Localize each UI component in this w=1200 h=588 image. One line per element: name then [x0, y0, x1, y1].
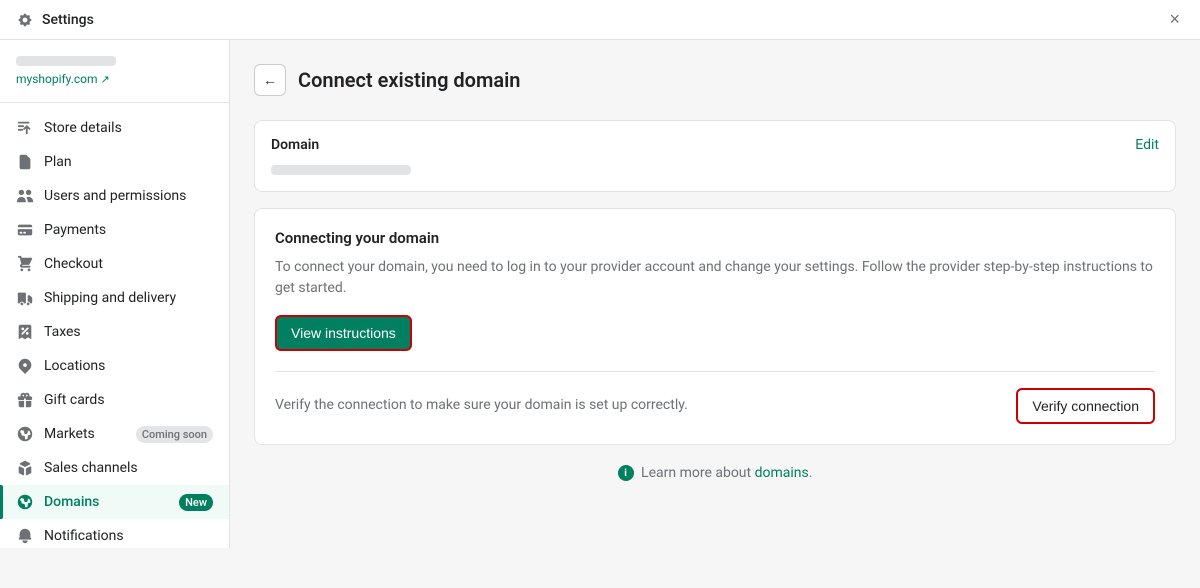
sidebar-item-notifications[interactable]: Notifications	[0, 519, 229, 548]
sidebar: myshopify.com ↗ Store details Plan Users…	[0, 40, 230, 548]
learn-more-row: i Learn more about domains.	[254, 465, 1176, 481]
sidebar-label-payments: Payments	[44, 222, 213, 238]
sidebar-label-shipping: Shipping and delivery	[44, 290, 213, 306]
info-icon: i	[618, 465, 634, 481]
domains-badge: New	[179, 494, 213, 511]
store-url-link[interactable]: myshopify.com	[16, 72, 98, 86]
external-link-icon: ↗	[101, 73, 110, 86]
main-content: ← Connect existing domain Domain Edit Co…	[230, 40, 1200, 548]
page-title: Connect existing domain	[298, 68, 520, 92]
domain-card-header: Domain Edit	[271, 137, 1159, 153]
sidebar-item-payments[interactable]: Payments	[0, 213, 229, 247]
page-header: ← Connect existing domain	[254, 64, 1176, 96]
markets-icon	[16, 425, 34, 443]
back-arrow-icon: ←	[263, 72, 277, 88]
domains-icon	[16, 493, 34, 511]
sidebar-item-users[interactable]: Users and permissions	[0, 179, 229, 213]
header-left: Settings	[16, 11, 94, 29]
learn-more-prefix: Learn more about	[641, 465, 755, 481]
sales-icon	[16, 459, 34, 477]
domain-value-placeholder	[271, 165, 411, 175]
settings-icon	[16, 11, 34, 29]
sidebar-item-taxes[interactable]: Taxes	[0, 315, 229, 349]
sidebar-label-store-details: Store details	[44, 120, 213, 136]
sidebar-label-domains: Domains	[44, 494, 169, 510]
sidebar-item-locations[interactable]: Locations	[0, 349, 229, 383]
sidebar-item-checkout[interactable]: Checkout	[0, 247, 229, 281]
sidebar-item-plan[interactable]: Plan	[0, 145, 229, 179]
edit-link[interactable]: Edit	[1135, 137, 1159, 153]
connecting-title: Connecting your domain	[275, 229, 1155, 247]
plan-icon	[16, 153, 34, 171]
sidebar-item-store-details[interactable]: Store details	[0, 111, 229, 145]
verify-connection-button[interactable]: Verify connection	[1016, 388, 1155, 424]
locations-icon	[16, 357, 34, 375]
notifications-icon	[16, 527, 34, 545]
back-button[interactable]: ←	[254, 64, 286, 96]
sidebar-label-plan: Plan	[44, 154, 213, 170]
connecting-description: To connect your domain, you need to log …	[275, 257, 1155, 299]
store-info: myshopify.com ↗	[0, 56, 229, 103]
shipping-icon	[16, 289, 34, 307]
checkout-icon	[16, 255, 34, 273]
sidebar-item-shipping[interactable]: Shipping and delivery	[0, 281, 229, 315]
sidebar-label-users: Users and permissions	[44, 188, 213, 204]
sidebar-label-sales-channels: Sales channels	[44, 460, 213, 476]
markets-badge: Coming soon	[136, 426, 213, 443]
layout: myshopify.com ↗ Store details Plan Users…	[0, 40, 1200, 548]
verify-text: Verify the connection to make sure your …	[275, 396, 1000, 416]
close-button[interactable]: ×	[1165, 5, 1184, 34]
domains-learn-more-link[interactable]: domains	[755, 465, 809, 481]
view-instructions-button[interactable]: View instructions	[275, 315, 412, 351]
connecting-section: Connecting your domain To connect your d…	[254, 208, 1176, 445]
sidebar-item-gift-cards[interactable]: Gift cards	[0, 383, 229, 417]
header-title: Settings	[42, 12, 94, 28]
domain-card-body: Domain Edit	[255, 121, 1175, 191]
header: Settings ×	[0, 0, 1200, 40]
sidebar-item-markets[interactable]: Markets Coming soon	[0, 417, 229, 451]
users-icon	[16, 187, 34, 205]
store-icon	[16, 119, 34, 137]
verify-row: Verify the connection to make sure your …	[275, 371, 1155, 424]
sidebar-item-domains[interactable]: Domains New	[0, 485, 229, 519]
store-url: myshopify.com ↗	[16, 72, 213, 86]
sidebar-label-gift-cards: Gift cards	[44, 392, 213, 408]
store-name-placeholder	[16, 56, 116, 66]
taxes-icon	[16, 323, 34, 341]
sidebar-item-sales-channels[interactable]: Sales channels	[0, 451, 229, 485]
sidebar-label-taxes: Taxes	[44, 324, 213, 340]
sidebar-label-markets: Markets	[44, 426, 126, 442]
payments-icon	[16, 221, 34, 239]
sidebar-label-notifications: Notifications	[44, 528, 213, 544]
domain-card: Domain Edit	[254, 120, 1176, 192]
gift-icon	[16, 391, 34, 409]
learn-more-suffix: .	[809, 465, 813, 481]
sidebar-label-checkout: Checkout	[44, 256, 213, 272]
sidebar-label-locations: Locations	[44, 358, 213, 374]
domain-card-title: Domain	[271, 137, 319, 153]
